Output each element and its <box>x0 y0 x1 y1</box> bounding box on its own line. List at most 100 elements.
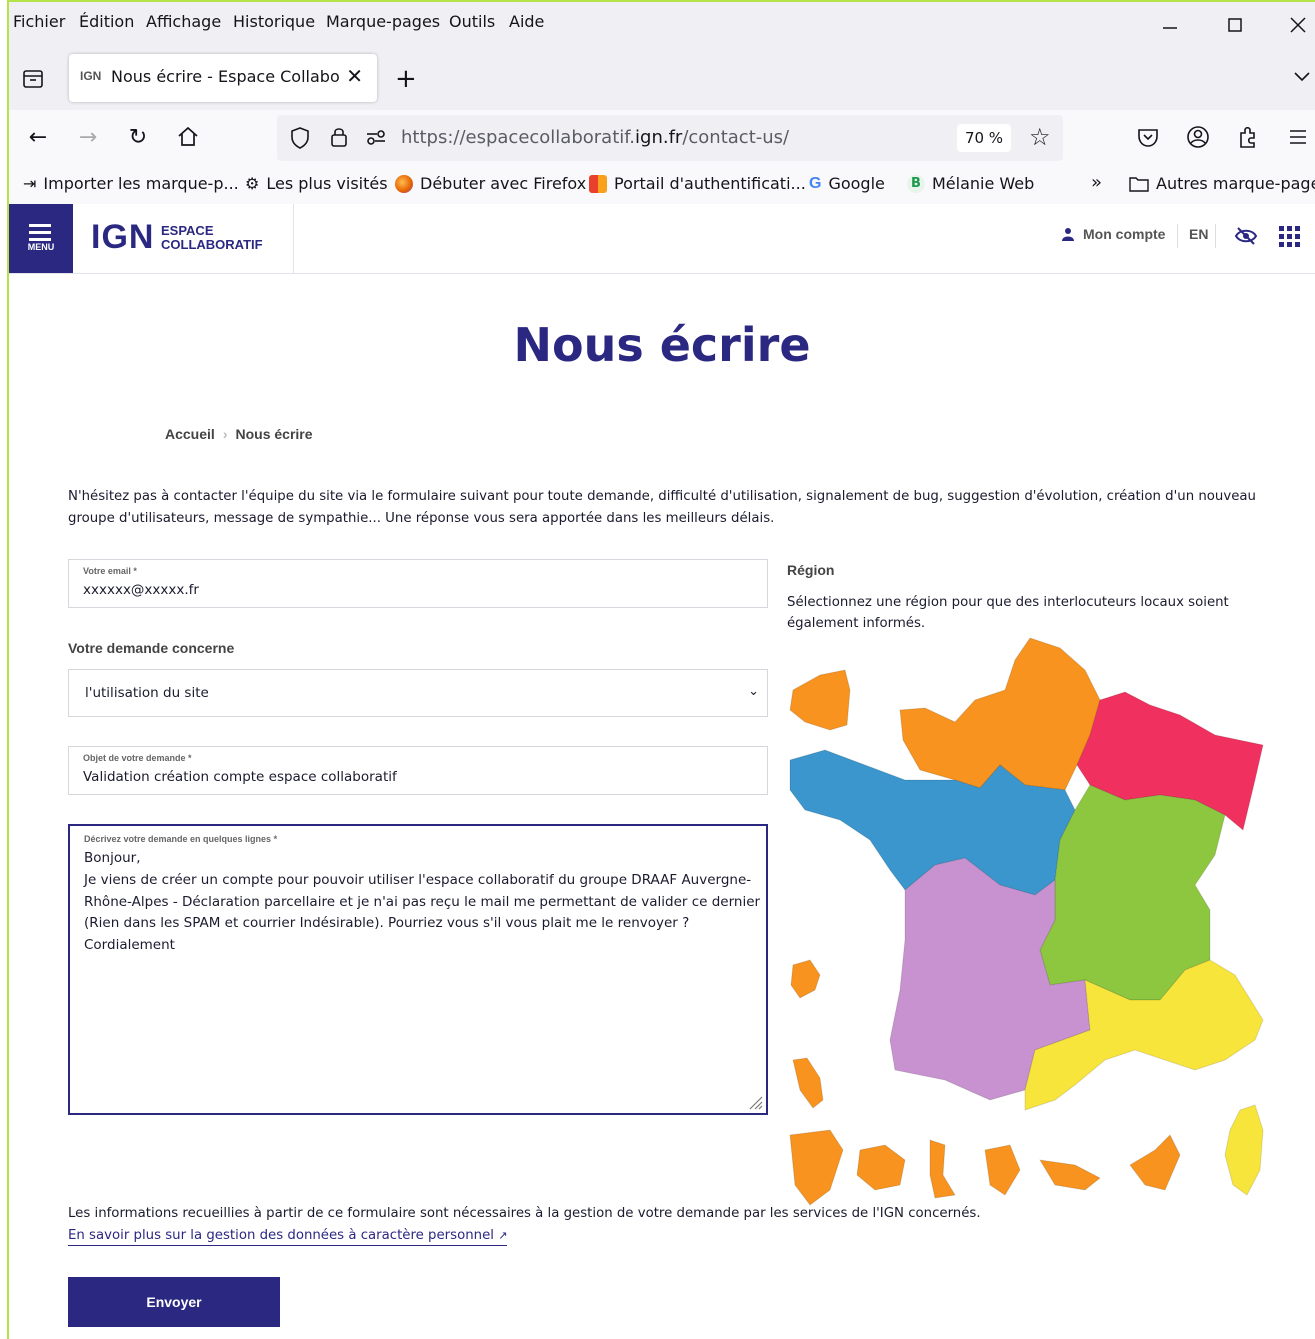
more-bookmarks-icon[interactable]: » <box>1091 172 1102 193</box>
send-button[interactable]: Envoyer <box>68 1277 280 1327</box>
breadcrumb-home[interactable]: Accueil <box>165 426 215 442</box>
new-tab-icon[interactable]: + <box>395 64 417 94</box>
concern-select[interactable]: l'utilisation du site ⌄ <box>68 669 768 717</box>
reload-icon[interactable]: ↻ <box>123 122 153 152</box>
divider <box>1215 224 1216 248</box>
message-line: (Rien dans les SPAM et courrier Indésira… <box>84 915 690 931</box>
bookmarks-bar: ⇥ Importer les marque-p... ⚙ Les plus vi… <box>9 166 1315 204</box>
account-icon[interactable] <box>1183 122 1213 152</box>
concern-value: l'utilisation du site <box>85 685 209 701</box>
chevron-down-icon: ⌄ <box>748 684 759 699</box>
menu-edition[interactable]: Édition <box>79 12 134 31</box>
message-line: Je viens de créer un compte pour pouvoir… <box>84 872 752 888</box>
subject-label: Objet de votre demande * <box>83 753 192 763</box>
bookmark-most-visited[interactable]: ⚙ Les plus visités <box>245 174 388 193</box>
bookmark-label: Google <box>828 174 885 193</box>
maximize-icon[interactable] <box>1224 14 1246 36</box>
email-field[interactable]: Votre email * xxxxxx@xxxxx.fr <box>68 559 768 608</box>
url-domain: ign.fr <box>635 127 683 148</box>
chevron-down-icon[interactable] <box>1293 70 1311 84</box>
region-wallis[interactable] <box>1129 1134 1181 1191</box>
portal-icon <box>589 174 607 193</box>
browser-tab-active[interactable]: IGN Nous écrire - Espace Collaborati ✕ <box>69 54 377 102</box>
region-saint-pierre[interactable] <box>789 669 851 731</box>
permissions-icon[interactable] <box>365 128 387 146</box>
minimize-icon[interactable] <box>1159 14 1181 36</box>
site-menu-button[interactable]: MENU <box>9 204 73 273</box>
menu-fichier[interactable]: Fichier <box>13 12 65 31</box>
logo-sub-line2: COLLABORATIF <box>161 237 263 252</box>
url-bar[interactable]: https://espacecollaboratif.ign.fr/contac… <box>277 115 1063 161</box>
accessibility-eye-icon[interactable] <box>1234 226 1258 246</box>
shield-icon[interactable] <box>289 126 311 150</box>
menu-affichage[interactable]: Affichage <box>146 12 221 31</box>
site-logo[interactable]: IGN ESPACE COLLABORATIF <box>73 204 294 273</box>
bookmark-label: Débuter avec Firefox <box>420 174 587 193</box>
menu-historique[interactable]: Historique <box>233 12 315 31</box>
menu-outils[interactable]: Outils <box>449 12 495 31</box>
region-polynesie[interactable] <box>984 1144 1021 1196</box>
hamburger-menu-icon[interactable] <box>1283 122 1313 152</box>
message-textarea[interactable]: Décrivez votre demande en quelques ligne… <box>68 824 768 1115</box>
breadcrumb-current: Nous écrire <box>235 426 313 442</box>
menu-marque-pages[interactable]: Marque-pages <box>326 12 440 31</box>
zoom-level[interactable]: 70 % <box>957 124 1011 152</box>
legal-notice: Les informations recueillies à partir de… <box>68 1206 981 1221</box>
melanie-icon: B <box>907 174 925 193</box>
tab-title: Nous écrire - Espace Collaborati <box>111 67 341 86</box>
bookmark-label: Portail d'authentificati... <box>614 174 806 193</box>
region-reunion[interactable] <box>856 1144 906 1191</box>
subject-value: Validation création compte espace collab… <box>83 769 397 785</box>
bookmark-other[interactable]: Autres marque-pages <box>1129 174 1315 193</box>
gear-icon: ⚙ <box>245 174 260 193</box>
bookmark-melanie[interactable]: B Mélanie Web <box>907 174 1034 193</box>
tab-close-icon[interactable]: ✕ <box>346 64 363 88</box>
close-window-icon[interactable] <box>1287 14 1309 36</box>
region-guyane[interactable] <box>789 1129 844 1206</box>
france-region-map <box>789 637 1264 1206</box>
lock-icon[interactable] <box>329 125 349 149</box>
apps-grid-icon[interactable] <box>1279 226 1301 248</box>
resize-handle-icon[interactable] <box>746 1093 764 1111</box>
page-title: Nous écrire <box>513 318 811 372</box>
bookmark-label: Les plus visités <box>266 174 388 193</box>
tab-list-icon[interactable] <box>21 68 45 90</box>
region-corsica[interactable] <box>1224 1104 1264 1196</box>
logo-ign-text: IGN <box>91 218 155 256</box>
bookmark-google[interactable]: G Google <box>809 174 885 193</box>
email-label: Votre email * <box>83 566 137 576</box>
bookmark-label: Autres marque-pages <box>1156 174 1315 193</box>
logo-sub-line1: ESPACE <box>161 223 214 238</box>
back-icon[interactable]: ← <box>23 122 53 152</box>
url-prefix: https://espacecollaboratif. <box>401 127 636 148</box>
folder-icon <box>1129 176 1149 192</box>
home-icon[interactable] <box>173 122 203 152</box>
region-title: Région <box>787 562 835 578</box>
url-text[interactable]: https://espacecollaboratif.ign.fr/contac… <box>401 127 789 148</box>
region-martinique[interactable] <box>929 1139 956 1199</box>
region-nouvelle-caledonie[interactable] <box>1039 1159 1101 1191</box>
region-mayotte[interactable] <box>790 959 821 999</box>
breadcrumb: Accueil › Nous écrire <box>165 426 313 442</box>
language-switch[interactable]: EN <box>1189 226 1208 242</box>
message-line: Cordialement <box>84 937 175 953</box>
bookmark-firefox[interactable]: Débuter avec Firefox <box>395 174 586 193</box>
menu-label: MENU <box>27 242 55 252</box>
extensions-icon[interactable] <box>1233 122 1263 152</box>
pocket-icon[interactable] <box>1133 122 1163 152</box>
bookmark-import[interactable]: ⇥ Importer les marque-p... <box>23 174 239 193</box>
message-line: Bonjour, <box>84 850 141 866</box>
email-value: xxxxxx@xxxxx.fr <box>83 582 199 598</box>
message-line: Rhône-Alpes - Déclaration parcellaire et… <box>84 894 761 910</box>
subject-field[interactable]: Objet de votre demande * Validation créa… <box>68 746 768 795</box>
menu-bar: Fichier Édition Affichage Historique Mar… <box>9 2 1315 48</box>
import-icon: ⇥ <box>23 174 37 193</box>
bookmark-portal[interactable]: Portail d'authentificati... <box>589 174 806 193</box>
bookmark-star-icon[interactable]: ☆ <box>1029 123 1051 151</box>
forward-icon[interactable]: → <box>73 122 103 152</box>
user-icon <box>1062 228 1074 241</box>
my-account-link[interactable]: Mon compte <box>1061 226 1165 242</box>
menu-aide[interactable]: Aide <box>509 12 544 31</box>
privacy-link[interactable]: En savoir plus sur la gestion des donnée… <box>68 1228 508 1246</box>
region-guadeloupe[interactable] <box>792 1057 824 1109</box>
